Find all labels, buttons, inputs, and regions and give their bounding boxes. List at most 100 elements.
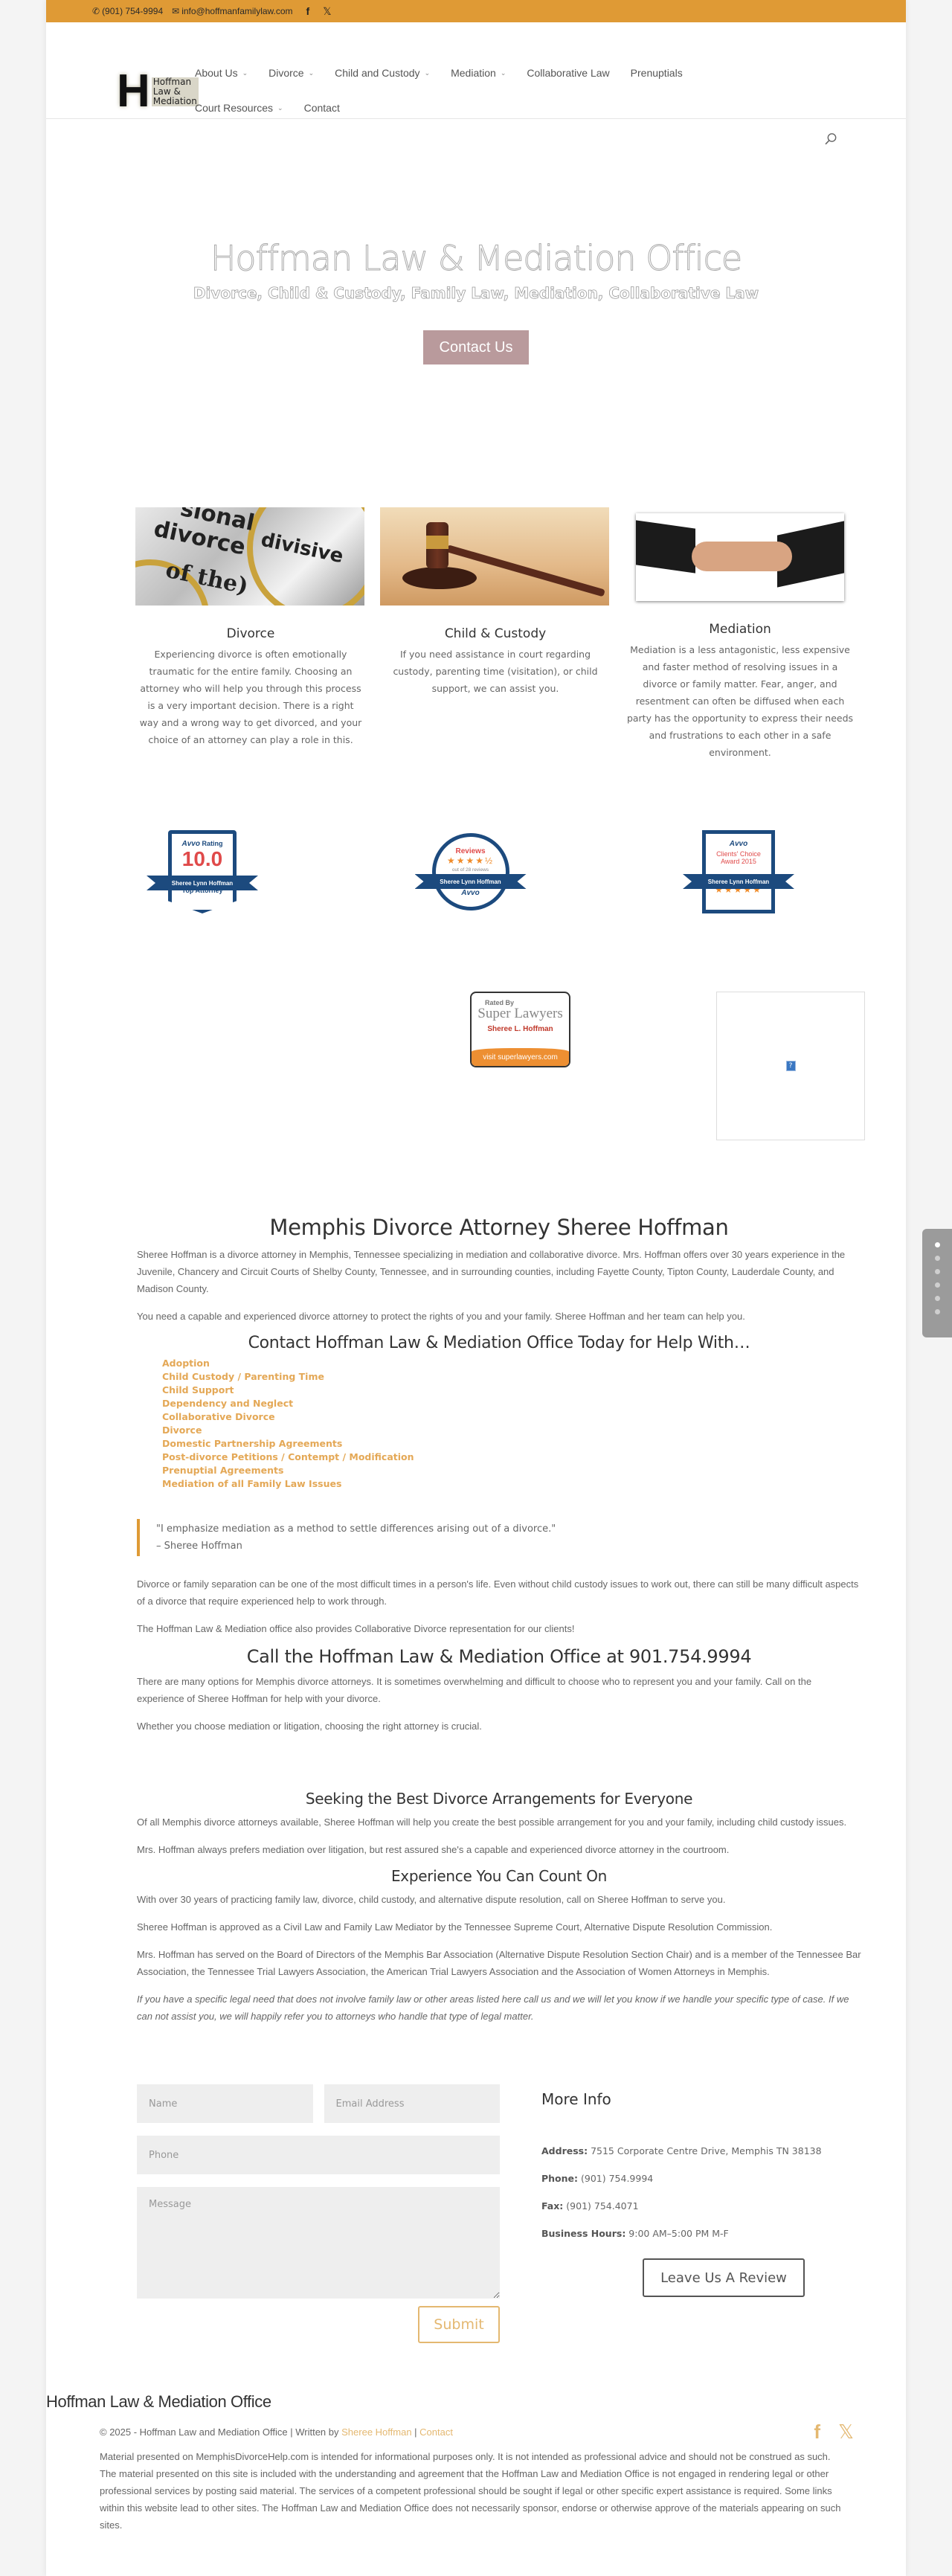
rating-stars: ★★★★½	[446, 855, 495, 866]
nav-item-contact[interactable]: Contact	[304, 102, 340, 114]
message-textarea[interactable]	[137, 2187, 500, 2299]
main-heading: Memphis Divorce Attorney Sheree Hoffman	[269, 1215, 729, 1240]
paragraph: Divorce or family separation can be one …	[137, 1578, 859, 1607]
nav-item-child-and-custody[interactable]: Child and Custody ⌄	[335, 67, 430, 79]
address-row: Address: 7515 Corporate Centre Drive, Me…	[541, 2145, 822, 2156]
email-input[interactable]	[324, 2084, 500, 2123]
section-dot[interactable]	[934, 1282, 940, 1288]
side-dot-navigation	[922, 1229, 952, 1337]
help-link[interactable]: Child Custody / Parenting Time	[162, 1371, 324, 1382]
badges-row-2: Rated By Super Lawyers Sheree L. Hoffman…	[46, 992, 906, 1140]
leave-review-button[interactable]: Leave Us A Review	[643, 2258, 805, 2297]
phone-input[interactable]	[137, 2136, 500, 2174]
fax-row: Fax: (901) 754.4071	[541, 2200, 639, 2212]
call-heading: Call the Hoffman Law & Mediation Office …	[246, 1646, 752, 1667]
nav-item-mediation[interactable]: Mediation ⌄	[451, 67, 506, 79]
help-list-item: Post-divorce Petitions / Contempt / Modi…	[162, 1451, 861, 1464]
top-phone[interactable]: ✆ (901) 754-9994	[92, 6, 163, 16]
main-nav: About Us ⌄ Divorce ⌄ Child and Custody ⌄ Media…	[195, 67, 849, 137]
chevron-down-icon: ⌄	[308, 68, 315, 77]
phone-row: Phone: (901) 754.9994	[541, 2173, 654, 2184]
paragraph: The Hoffman Law & Mediation office also …	[137, 1623, 575, 1634]
help-link[interactable]: Child Support	[162, 1384, 234, 1395]
help-list: Adoption Child Custody / Parenting Time Ch…	[162, 1357, 861, 1491]
help-link[interactable]: Collaborative Divorce	[162, 1411, 275, 1422]
paragraph: There are many options for Memphis divor…	[137, 1676, 812, 1704]
mail-icon: ✉	[172, 6, 180, 16]
help-list-item: Mediation of all Family Law Issues	[162, 1477, 861, 1491]
section-dot[interactable]	[934, 1296, 940, 1301]
chevron-down-icon: ⌄	[242, 68, 248, 77]
chevron-down-icon: ⌄	[277, 103, 283, 112]
paragraph: If you have a specific legal need that d…	[137, 1994, 849, 2022]
header: H Hoffman Law & Mediation About Us ⌄ Divor…	[46, 22, 906, 145]
submit-button[interactable]: Submit	[418, 2306, 500, 2343]
help-heading: Contact Hoffman Law & Mediation Office T…	[248, 1334, 750, 1352]
logo[interactable]: H Hoffman Law & Mediation	[117, 65, 199, 117]
nav-item-divorce[interactable]: Divorce ⌄	[268, 67, 314, 79]
contact-us-button[interactable]: Contact Us	[423, 330, 529, 364]
hours-row: Business Hours: 9:00 AM–5:00 PM M-F	[541, 2228, 729, 2239]
broken-image-placeholder: ?	[716, 992, 865, 1140]
service-title: Child & Custody	[444, 626, 547, 641]
help-list-item: Domestic Partnership Agreements	[162, 1437, 861, 1451]
paragraph: Mrs. Hoffman has served on the Board of …	[137, 1949, 861, 1977]
top-bar: ✆ (901) 754-9994 ✉ info@hoffmanfamilylaw…	[46, 0, 906, 22]
logo-text: Hoffman Law & Mediation	[151, 76, 199, 106]
copyright: © 2025 - Hoffman Law and Mediation Offic…	[100, 2426, 453, 2438]
help-list-item: Prenuptial Agreements	[162, 1464, 861, 1477]
help-list-item: Adoption	[162, 1357, 861, 1370]
paragraph: With over 30 years of practicing family …	[137, 1894, 726, 1905]
section-dot[interactable]	[934, 1269, 940, 1274]
avvo-clients-choice-badge[interactable]: Avvo Clients' Choice Award 2015 ★★★★★ Sh…	[683, 823, 794, 920]
help-list-item: Child Custody / Parenting Time	[162, 1370, 861, 1384]
nav-item-court-resources[interactable]: Court Resources ⌄	[195, 102, 283, 114]
help-link[interactable]: Divorce	[162, 1424, 202, 1436]
experience-heading: Experience You Can Count On	[390, 1867, 608, 1885]
broken-image-icon: ?	[785, 1061, 796, 1071]
seeking-heading: Seeking the Best Divorce Arrangements fo…	[305, 1790, 693, 1808]
service-mediation: Mediation Mediation is a less antagonist…	[625, 507, 855, 761]
paragraph: Mrs. Hoffman always prefers mediation ov…	[137, 1844, 730, 1855]
author-link[interactable]: Sheree Hoffman	[341, 2426, 411, 2438]
help-link[interactable]: Dependency and Neglect	[162, 1398, 293, 1409]
main-content: Memphis Divorce Attorney Sheree Hoffman …	[46, 1215, 906, 2025]
help-link[interactable]: Adoption	[162, 1358, 210, 1369]
nav-item-about-us[interactable]: About Us ⌄	[195, 67, 248, 79]
section-dot[interactable]	[934, 1242, 940, 1247]
service-text: Experiencing divorce is often emotionall…	[139, 649, 362, 745]
footer-contact-link[interactable]: Contact	[419, 2426, 453, 2438]
footer-social: f 𝕏	[814, 2421, 854, 2444]
service-divorce: slonal divorce divisive of the) Divorce …	[135, 507, 366, 761]
page: ✆ (901) 754-9994 ✉ info@hoffmanfamilylaw…	[46, 0, 952, 2576]
x-twitter-icon[interactable]: 𝕏	[838, 2421, 854, 2444]
footer-title: Hoffman Law & Mediation Office	[46, 2392, 271, 2411]
avvo-rating-badge[interactable]: Avvo Rating 10.0 Top Attorney Sheree Lyn…	[147, 823, 258, 920]
super-lawyers-badge[interactable]: Rated By Super Lawyers Sheree L. Hoffman…	[470, 992, 570, 1067]
chevron-down-icon: ⌄	[424, 68, 431, 77]
section-dot[interactable]	[934, 1256, 940, 1261]
nav-item-collaborative-law[interactable]: Collaborative Law	[527, 67, 609, 79]
paragraph: You need a capable and experienced divor…	[137, 1311, 745, 1322]
top-email[interactable]: ✉ info@hoffmanfamilylaw.com	[172, 6, 292, 16]
logo-letter: H	[117, 65, 150, 117]
nav-item-prenuptials[interactable]: Prenuptials	[631, 67, 683, 79]
paragraph: Of all Memphis divorce attorneys availab…	[137, 1817, 847, 1828]
help-link[interactable]: Mediation of all Family Law Issues	[162, 1478, 341, 1489]
service-text: If you need assistance in court regardin…	[393, 649, 598, 694]
disclaimer: Material presented on MemphisDivorceHelp…	[100, 2451, 841, 2531]
facebook-icon[interactable]: f	[814, 2421, 820, 2444]
help-link[interactable]: Domestic Partnership Agreements	[162, 1438, 342, 1449]
blockquote: "I emphasize mediation as a method to se…	[137, 1519, 861, 1556]
section-dot[interactable]	[934, 1309, 940, 1314]
help-link[interactable]: Prenuptial Agreements	[162, 1465, 283, 1476]
x-twitter-icon[interactable]: 𝕏	[323, 5, 331, 18]
facebook-icon[interactable]: f	[306, 5, 310, 17]
paragraph: Whether you choose mediation or litigati…	[137, 1721, 482, 1732]
handshake-image	[636, 513, 844, 601]
help-link[interactable]: Post-divorce Petitions / Contempt / Modi…	[162, 1451, 414, 1462]
name-input[interactable]	[137, 2084, 313, 2123]
more-info-title: More Info	[541, 2090, 611, 2108]
avvo-reviews-badge[interactable]: Reviews ★★★★½ out of 28 reviews Avvo She…	[414, 823, 527, 920]
search-icon[interactable]	[824, 132, 837, 146]
